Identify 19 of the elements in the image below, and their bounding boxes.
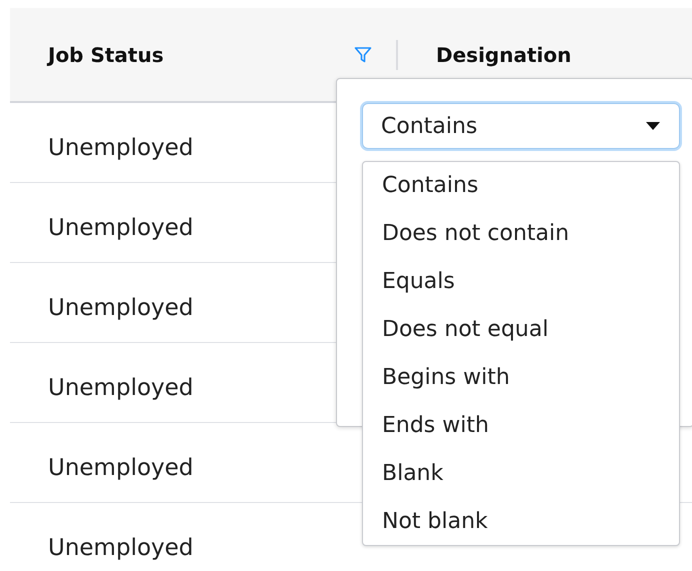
dropdown-option[interactable]: Ends with bbox=[363, 405, 679, 453]
dropdown-option[interactable]: Not blank bbox=[363, 501, 679, 549]
table-cell-text: Unemployed bbox=[48, 534, 194, 560]
dropdown-option[interactable]: Does not equal bbox=[363, 309, 679, 357]
dropdown-option[interactable]: Does not contain bbox=[363, 213, 679, 261]
table-cell-text: Unemployed bbox=[48, 294, 194, 320]
caret-icon bbox=[645, 121, 661, 131]
dropdown-option[interactable]: Begins with bbox=[363, 357, 679, 405]
table-cell-text: Unemployed bbox=[48, 374, 194, 400]
table-cell-text: Unemployed bbox=[48, 454, 194, 480]
column-header[interactable]: Designation bbox=[436, 42, 572, 66]
table-cell-text: Unemployed bbox=[48, 134, 194, 160]
filter-icon[interactable] bbox=[354, 46, 372, 64]
dropdown-option[interactable]: Contains bbox=[363, 165, 679, 213]
dropdown-option[interactable]: Blank bbox=[363, 453, 679, 501]
dropdown-option[interactable]: Equals bbox=[363, 261, 679, 309]
column-header[interactable]: Job Status bbox=[48, 42, 354, 66]
table-cell-text: Unemployed bbox=[48, 214, 194, 240]
condition-dropdown[interactable]: Contains bbox=[362, 103, 680, 149]
